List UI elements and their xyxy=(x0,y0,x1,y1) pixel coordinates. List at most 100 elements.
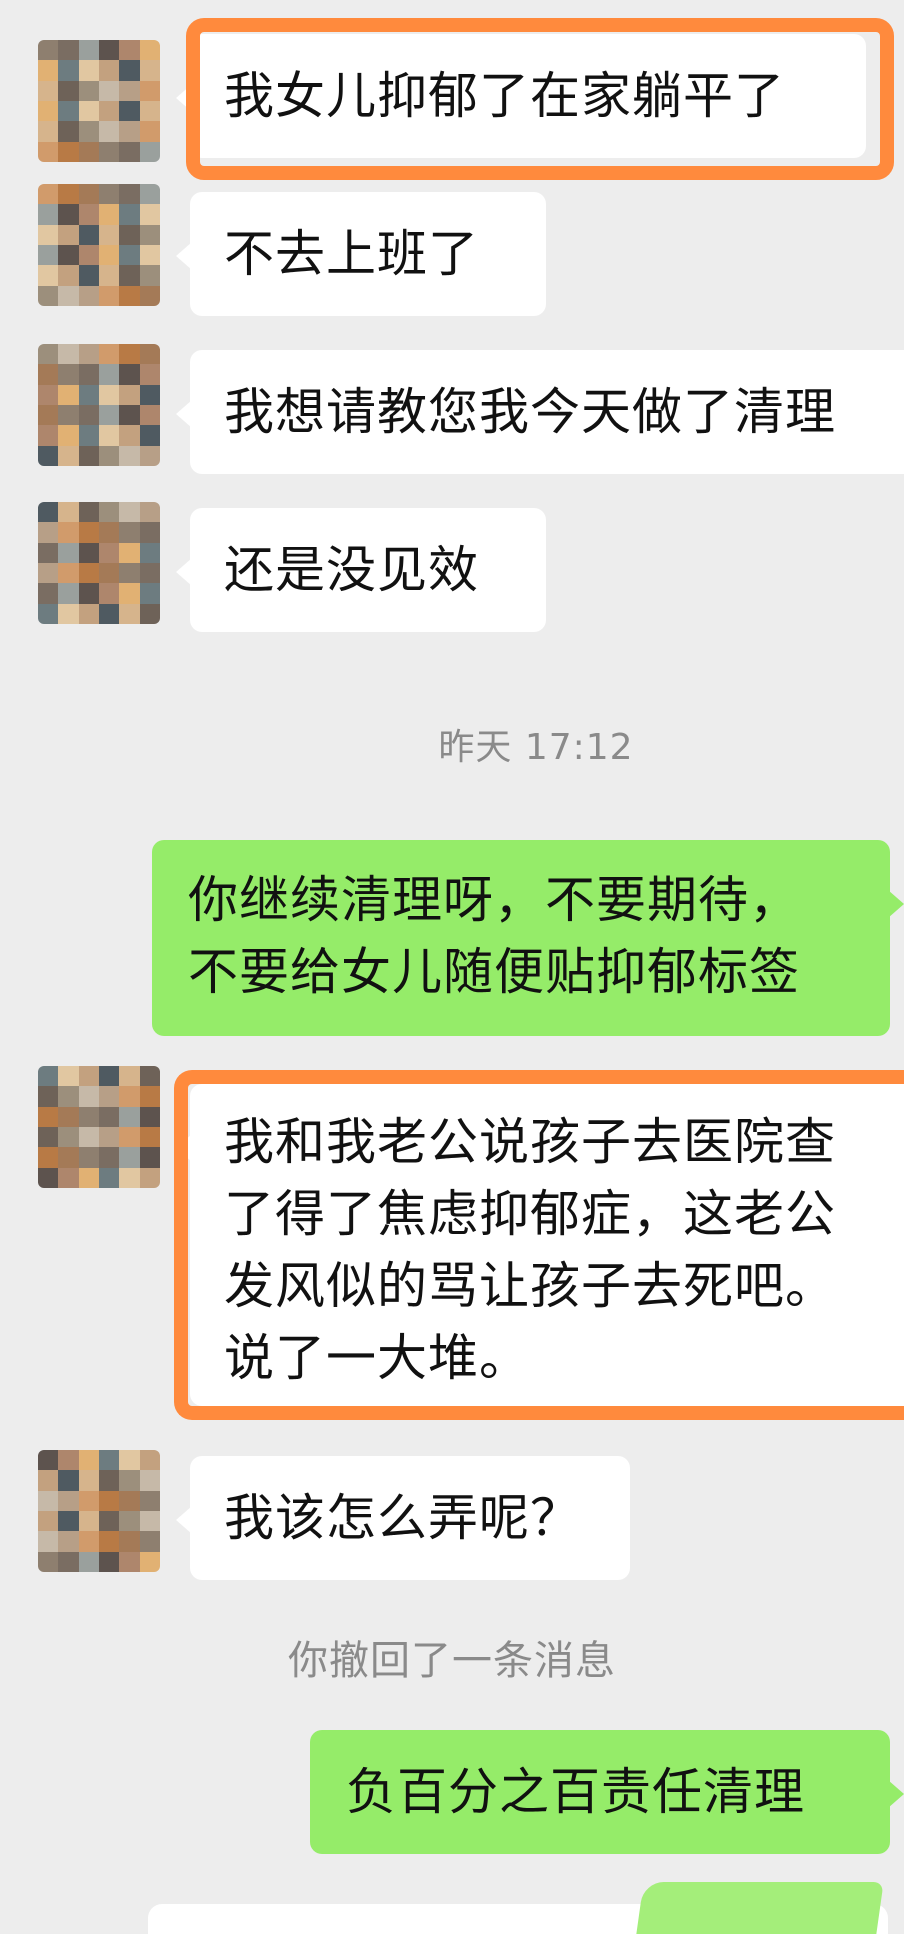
avatar-pixel xyxy=(139,1531,160,1552)
avatar-pixel xyxy=(78,384,99,405)
avatar-pixel xyxy=(139,405,160,426)
avatar-pixel xyxy=(58,80,79,101)
avatar-pixel xyxy=(38,1106,59,1127)
contact-avatar-icon[interactable] xyxy=(38,344,160,466)
avatar-pixel xyxy=(58,204,79,225)
avatar-pixel xyxy=(58,1086,79,1107)
avatar-pixel xyxy=(58,1531,79,1552)
avatar-pixel xyxy=(78,445,99,466)
avatar-pixel xyxy=(139,40,160,61)
avatar-pixel xyxy=(139,563,160,584)
message-bubble-5[interactable]: 你继续清理呀，不要期待， 不要给女儿随便贴抑郁标签 xyxy=(152,840,904,1036)
avatar-pixel xyxy=(99,1551,120,1572)
avatar-pixel xyxy=(119,1450,140,1471)
avatar-pixel xyxy=(99,1106,120,1127)
avatar-pixel xyxy=(99,265,120,286)
avatar-pixel xyxy=(38,141,59,162)
avatar-pixel xyxy=(99,364,120,385)
avatar-pixel xyxy=(139,1066,160,1087)
avatar-pixel xyxy=(119,364,140,385)
avatar-pixel xyxy=(58,502,79,523)
avatar-pixel xyxy=(58,344,79,365)
avatar-pixel xyxy=(38,583,59,604)
avatar-pixel xyxy=(99,1147,120,1168)
avatar-pixel xyxy=(78,1470,99,1491)
avatar-pixel xyxy=(119,1066,140,1087)
avatar-pixel xyxy=(38,1450,59,1471)
avatar-pixel xyxy=(38,1086,59,1107)
avatar-pixel xyxy=(78,1086,99,1107)
avatar-pixel xyxy=(139,1551,160,1572)
avatar-pixel xyxy=(38,224,59,245)
contact-avatar-icon[interactable] xyxy=(38,1450,160,1572)
avatar-pixel xyxy=(119,204,140,225)
avatar-pixel xyxy=(78,1450,99,1471)
avatar-pixel xyxy=(99,60,120,81)
avatar-pixel xyxy=(119,60,140,81)
message-bubble-6[interactable]: 我和我老公说孩子去医院查 了得了焦虑抑郁症，这老公 发风似的骂让孩子去死吧。 说… xyxy=(176,1084,904,1406)
avatar-pixel xyxy=(139,204,160,225)
avatar-pixel xyxy=(38,364,59,385)
avatar-pixel xyxy=(38,384,59,405)
avatar-pixel xyxy=(38,344,59,365)
avatar-pixel xyxy=(139,1450,160,1471)
message-bubble-7[interactable]: 我该怎么弄呢？ xyxy=(176,1456,630,1580)
avatar-pixel xyxy=(78,502,99,523)
avatar-pixel xyxy=(119,425,140,446)
avatar-pixel xyxy=(78,204,99,225)
avatar-pixel xyxy=(78,285,99,306)
avatar-pixel xyxy=(58,445,79,466)
avatar-pixel xyxy=(139,141,160,162)
avatar-pixel xyxy=(58,121,79,142)
contact-avatar-icon[interactable] xyxy=(38,1066,160,1188)
avatar-pixel xyxy=(78,1106,99,1127)
avatar-pixel xyxy=(58,1450,79,1471)
contact-avatar-icon[interactable] xyxy=(38,184,160,306)
avatar-pixel xyxy=(139,184,160,205)
avatar-pixel xyxy=(78,121,99,142)
avatar-pixel xyxy=(139,1106,160,1127)
avatar-pixel xyxy=(119,265,140,286)
avatar-pixel xyxy=(58,563,79,584)
contact-avatar-icon[interactable] xyxy=(38,40,160,162)
avatar-pixel xyxy=(78,224,99,245)
avatar-pixel xyxy=(139,245,160,266)
avatar-pixel xyxy=(139,1511,160,1532)
avatar-pixel xyxy=(119,285,140,306)
avatar-pixel xyxy=(99,141,120,162)
avatar-pixel xyxy=(139,384,160,405)
avatar-pixel xyxy=(58,384,79,405)
avatar-pixel xyxy=(38,1511,59,1532)
avatar-pixel xyxy=(38,502,59,523)
avatar-pixel xyxy=(78,1511,99,1532)
avatar-pixel xyxy=(99,1167,120,1188)
contact-avatar-icon[interactable] xyxy=(38,502,160,624)
avatar-pixel xyxy=(139,425,160,446)
message-bubble-3[interactable]: 我想请教您我今天做了清理 xyxy=(176,350,904,474)
avatar-pixel xyxy=(99,502,120,523)
avatar-pixel xyxy=(78,184,99,205)
avatar-pixel xyxy=(119,384,140,405)
avatar-pixel xyxy=(139,1147,160,1168)
avatar-pixel xyxy=(78,141,99,162)
message-bubble-8[interactable]: 负百分之百责任清理 xyxy=(310,1730,904,1854)
avatar-pixel xyxy=(119,1531,140,1552)
avatar-pixel xyxy=(119,344,140,365)
message-bubble-4[interactable]: 还是没见效 xyxy=(176,508,546,632)
avatar-pixel xyxy=(119,224,140,245)
avatar-pixel xyxy=(58,1511,79,1532)
avatar-pixel xyxy=(58,40,79,61)
avatar-pixel xyxy=(38,265,59,286)
avatar-pixel xyxy=(139,80,160,101)
avatar-pixel xyxy=(99,101,120,122)
avatar-pixel xyxy=(119,1551,140,1572)
avatar-pixel xyxy=(119,522,140,543)
message-bubble-1[interactable]: 我女儿抑郁了在家躺平了 xyxy=(176,34,866,158)
avatar-pixel xyxy=(78,1167,99,1188)
message-bubble-2[interactable]: 不去上班了 xyxy=(176,192,546,316)
avatar-pixel xyxy=(38,405,59,426)
avatar-pixel xyxy=(38,40,59,61)
avatar-pixel xyxy=(99,583,120,604)
avatar-pixel xyxy=(99,522,120,543)
avatar-pixel xyxy=(58,1167,79,1188)
